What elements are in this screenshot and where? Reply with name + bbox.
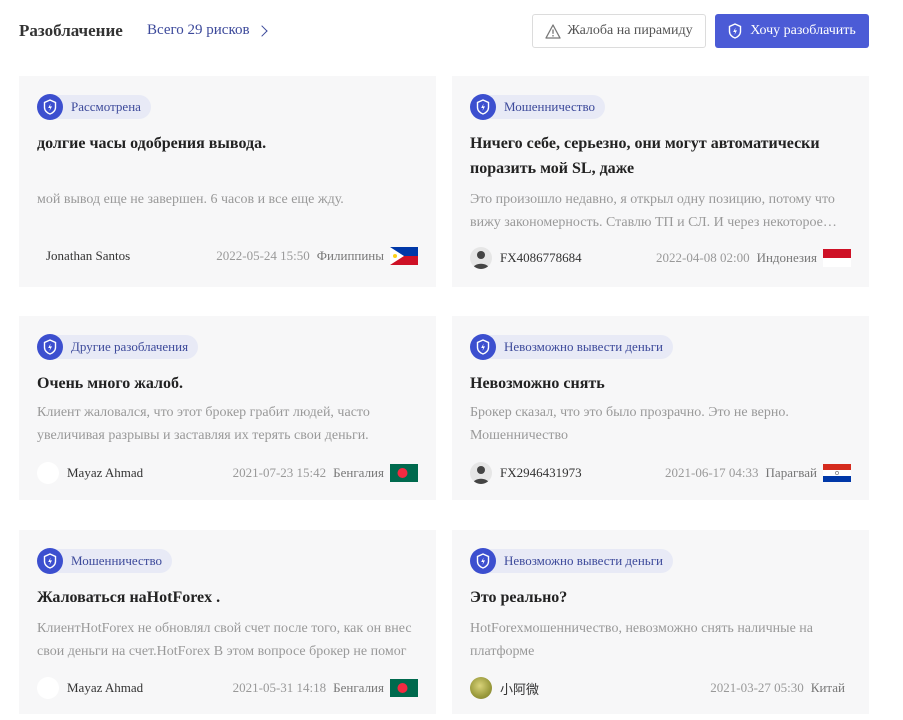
exposure-card[interactable]: Другие разоблачения Очень много жалоб. К…: [19, 316, 436, 500]
exposure-icon: [470, 334, 496, 360]
category-badge: Невозможно вывести деньги: [470, 334, 673, 360]
card-description: КлиентHotForex не обновлял свой счет пос…: [37, 621, 412, 659]
author-name: Mayaz Ahmad: [67, 680, 144, 695]
exposure-icon: [37, 548, 63, 574]
card-date: 2022-05-24 15:50: [216, 248, 310, 263]
card-title: Ничего себе, серьезно, они могут автомат…: [470, 135, 820, 177]
card-title: Очень много жалоб.: [37, 375, 183, 392]
total-risks-link[interactable]: Всего 29 рисков: [147, 22, 268, 39]
author: Mayaz Ahmad: [37, 462, 143, 484]
paraguay-flag-icon: [823, 464, 851, 482]
author-name: FX2946431973: [500, 465, 582, 480]
card-date: 2021-06-17 04:33: [665, 465, 759, 480]
card-title: Невозможно снять: [470, 375, 605, 392]
category-label: Мошенничество: [53, 549, 173, 573]
category-label: Другие разоблачения: [53, 335, 199, 359]
complaint-button[interactable]: Жалоба на пирамиду: [532, 14, 706, 48]
exposure-icon: [37, 334, 63, 360]
author: 小阿微: [470, 677, 539, 699]
total-risks-label: Всего 29 рисков: [147, 22, 250, 38]
exposure-icon: [37, 94, 63, 120]
avatar: [37, 462, 59, 484]
card-country: Индонезия: [756, 250, 817, 265]
indonesia-flag-icon: [823, 249, 851, 267]
category-label: Рассмотрена: [53, 95, 151, 119]
author-name: 小阿微: [500, 681, 540, 697]
category-badge: Невозможно вывести деньги: [470, 548, 673, 574]
card-description: Это произошло недавно, я открыл одну поз…: [470, 192, 835, 230]
chevron-right-icon: [255, 24, 268, 37]
exposure-icon: [470, 548, 496, 574]
author: FX4086778684: [470, 247, 582, 269]
exposure-card[interactable]: Рассмотрена долгие часы одобрения вывода…: [19, 76, 436, 287]
card-description: Клиент жаловался, что этот брокер грабит…: [37, 405, 370, 443]
card-country: Бенгалия: [333, 680, 384, 695]
card-country: Китай: [810, 680, 845, 695]
category-badge: Мошенничество: [470, 94, 606, 120]
card-country: Филиппины: [316, 248, 384, 263]
card-description: Брокер сказал, что это было прозрачно. Э…: [470, 405, 789, 443]
card-footer: 小阿微 2021-03-27 05:30 Китай: [470, 677, 851, 699]
category-label: Невозможно вывести деньги: [486, 335, 673, 359]
category-label: Мошенничество: [486, 95, 606, 119]
card-date: 2021-05-31 14:18: [232, 680, 327, 695]
card-footer: Mayaz Ahmad 2021-05-31 14:18 Бенгалия: [37, 677, 418, 699]
card-title: Это реально?: [470, 589, 568, 606]
card-title: Жаловаться наHotForex .: [37, 589, 221, 606]
bangladesh-flag-icon: [390, 679, 418, 697]
avatar: [470, 677, 492, 699]
card-footer: FX2946431973 2021-06-17 04:33 Парагвай: [470, 462, 851, 484]
warning-icon: [545, 23, 562, 39]
avatar: [470, 462, 492, 484]
card-date: 2021-03-27 05:30: [710, 680, 804, 695]
author-name: FX4086778684: [500, 250, 582, 265]
card-description: мой вывод еще не завершен. 6 часов и все…: [37, 192, 344, 207]
card-country: Парагвай: [765, 465, 817, 480]
exposure-icon: [470, 94, 496, 120]
card-footer: Mayaz Ahmad 2021-07-23 15:42 Бенгалия: [37, 462, 418, 484]
category-badge: Рассмотрена: [37, 94, 151, 120]
exposure-card[interactable]: Мошенничество Жаловаться наHotForex . Кл…: [19, 530, 436, 714]
philippines-flag-icon: [390, 247, 418, 265]
author: FX2946431973: [470, 462, 582, 484]
expose-icon: [729, 23, 742, 39]
exposure-card[interactable]: Невозможно вывести деньги Это реально? H…: [452, 530, 869, 714]
category-label: Невозможно вывести деньги: [486, 549, 673, 573]
exposure-card[interactable]: Мошенничество Ничего себе, серьезно, они…: [452, 76, 869, 287]
avatar: [37, 677, 59, 699]
card-footer: FX4086778684 2022-04-08 02:00 Индонезия: [470, 247, 851, 269]
category-badge: Мошенничество: [37, 548, 173, 574]
complaint-button-label: Жалоба на пирамиду: [567, 23, 693, 38]
avatar: [470, 247, 492, 269]
author: Mayaz Ahmad: [37, 677, 143, 699]
page-title: Разоблачение: [19, 21, 123, 40]
expose-button[interactable]: Хочу разоблачить: [715, 14, 869, 48]
author: Jonathan Santos: [37, 248, 130, 264]
expose-button-label: Хочу разоблачить: [750, 23, 856, 38]
author-name: Mayaz Ahmad: [67, 465, 144, 480]
card-country: Бенгалия: [333, 465, 384, 480]
card-description: HotForexмошенничество, невозможно снять …: [470, 621, 813, 659]
card-footer: Jonathan Santos 2022-05-24 15:50 Филиппи…: [37, 245, 418, 267]
author-name: Jonathan Santos: [46, 248, 131, 263]
card-date: 2022-04-08 02:00: [656, 250, 750, 265]
card-date: 2021-07-23 15:42: [232, 465, 327, 480]
card-title: долгие часы одобрения вывода.: [37, 135, 267, 152]
exposure-card[interactable]: Невозможно вывести деньги Невозможно сня…: [452, 316, 869, 500]
category-badge: Другие разоблачения: [37, 334, 199, 360]
page-header: Разоблачение Всего 29 рисков Жалоба на п…: [0, 0, 903, 62]
bangladesh-flag-icon: [390, 464, 418, 482]
